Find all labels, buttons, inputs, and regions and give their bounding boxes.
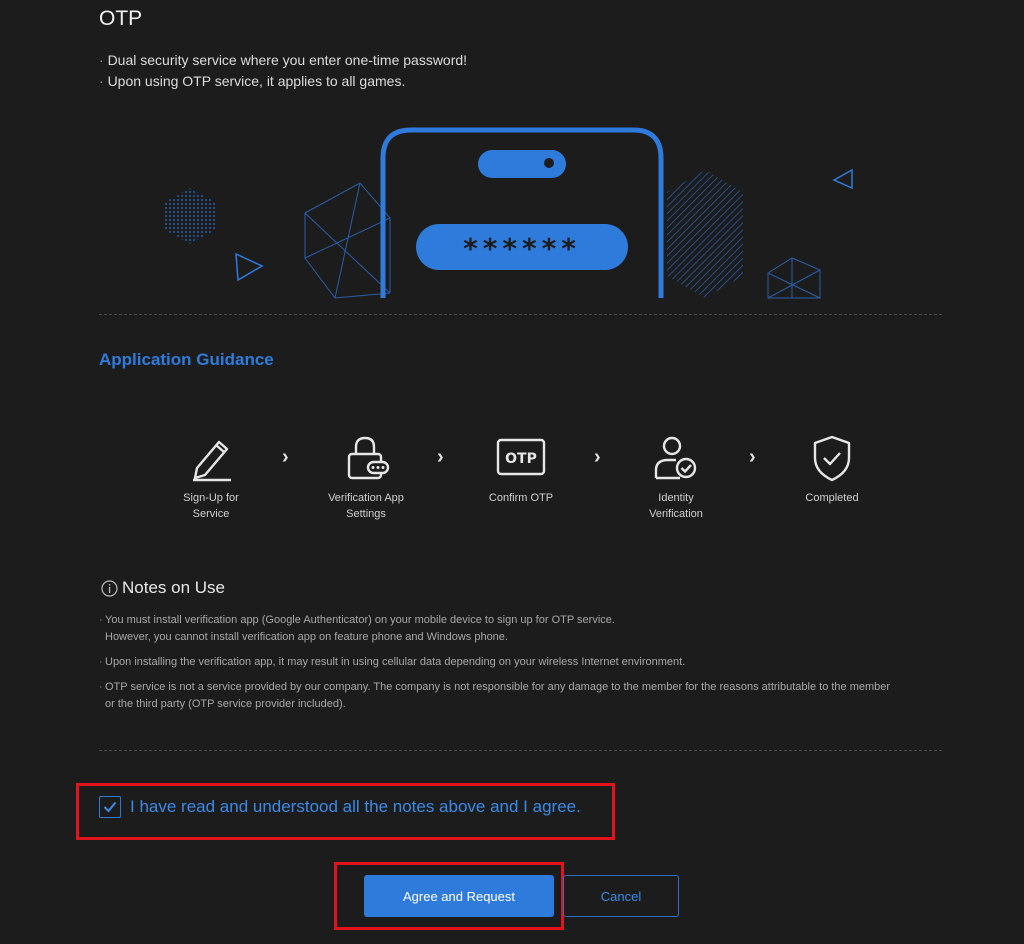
note-text: OTP service is not a service provided by… bbox=[105, 681, 891, 693]
step-chevron-icon: › bbox=[749, 446, 756, 468]
section-divider bbox=[99, 314, 942, 315]
step-confirm-otp: OTP Confirm OTP bbox=[461, 434, 581, 506]
intro-list: Dual security service where you enter on… bbox=[99, 50, 468, 92]
step-label: Sign-Up for bbox=[183, 492, 239, 504]
step-label: Completed bbox=[805, 492, 859, 504]
step-verification-app: Verification App Settings bbox=[306, 434, 426, 522]
phone-icon: ****** bbox=[380, 127, 664, 298]
agreement-label[interactable]: I have read and understood all the notes… bbox=[130, 797, 581, 817]
wire-cube-icon bbox=[304, 182, 391, 299]
step-label: Verification App bbox=[328, 492, 404, 504]
guidance-title: Application Guidance bbox=[99, 350, 274, 369]
note-text: You must install verification app (Googl… bbox=[105, 614, 615, 626]
checkmark-icon bbox=[103, 801, 117, 813]
step-sign-up: Sign-Up for Service bbox=[151, 434, 271, 522]
page-title: OTP bbox=[99, 7, 143, 30]
lock-icon bbox=[347, 436, 390, 480]
note-text: Upon installing the verification app, it… bbox=[105, 656, 686, 668]
cancel-button[interactable]: Cancel bbox=[563, 875, 679, 917]
step-completed: Completed bbox=[772, 434, 892, 506]
svg-text:******: ****** bbox=[463, 232, 581, 265]
notes-list: You must install verification app (Googl… bbox=[99, 612, 945, 721]
info-icon bbox=[101, 579, 118, 597]
note-text: However, you cannot install verification… bbox=[105, 631, 508, 643]
user-check-icon bbox=[654, 436, 697, 480]
hex-stripes-icon bbox=[667, 170, 743, 298]
step-label: Verification bbox=[649, 508, 703, 520]
shield-check-icon bbox=[813, 435, 851, 482]
agree-and-request-button[interactable]: Agree and Request bbox=[364, 875, 554, 917]
step-chevron-icon: › bbox=[437, 446, 444, 468]
step-chevron-icon: › bbox=[594, 446, 601, 468]
triangle-outline-icon bbox=[235, 252, 264, 282]
step-chevron-icon: › bbox=[282, 446, 289, 468]
note-text: or the third party (OTP service provider… bbox=[105, 698, 346, 710]
hex-pattern-icon bbox=[165, 188, 215, 244]
step-label: Service bbox=[192, 508, 230, 520]
pencil-icon bbox=[193, 440, 231, 482]
wire-cube-small-icon bbox=[767, 257, 821, 299]
notes-heading: Notes on Use bbox=[101, 578, 225, 598]
step-label: Settings bbox=[346, 508, 386, 520]
step-identity-verification: Identity Verification bbox=[616, 434, 736, 522]
section-divider bbox=[99, 750, 942, 751]
notes-title: Notes on Use bbox=[122, 578, 225, 597]
step-label: Identity bbox=[658, 492, 694, 504]
step-label: Confirm OTP bbox=[488, 492, 554, 504]
agreement-row[interactable]: I have read and understood all the notes… bbox=[99, 796, 581, 818]
triangle-outline-icon bbox=[832, 168, 853, 190]
otp-phone-illustration: ****** bbox=[165, 127, 853, 299]
svg-text:OTP: OTP bbox=[505, 451, 537, 467]
note-item: You must install verification app (Googl… bbox=[99, 612, 945, 646]
intro-line: Upon using OTP service, it applies to al… bbox=[99, 71, 467, 92]
agree-checkbox[interactable] bbox=[99, 796, 121, 818]
note-item: Upon installing the verification app, it… bbox=[99, 654, 945, 671]
otp-badge-icon: OTP bbox=[496, 438, 546, 476]
intro-line: Dual security service where you enter on… bbox=[99, 50, 468, 71]
note-item: OTP service is not a service provided by… bbox=[99, 679, 945, 713]
